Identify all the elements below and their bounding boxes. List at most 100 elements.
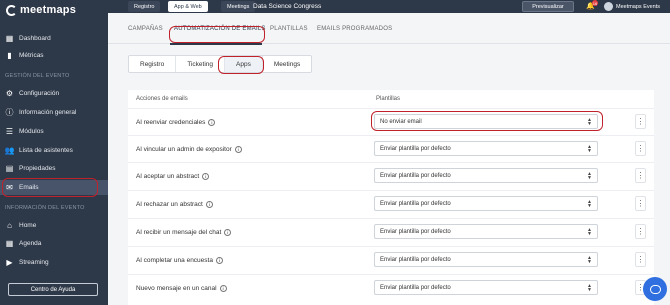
select-highlight — [371, 111, 603, 131]
row-label-text: Al reenviar credenciales — [136, 119, 206, 126]
topbar-tab-app-web[interactable]: App & Web — [168, 1, 208, 12]
user-name[interactable]: Meetmaps Events — [616, 0, 660, 13]
event-name: Data Science Congress — [253, 3, 322, 10]
sidebar-item-lista-asistentes[interactable]: 👥 Lista de asistentes — [0, 143, 108, 158]
sidebar-item-label: Home — [19, 222, 37, 229]
modules-icon: ☰ — [5, 127, 14, 136]
main-content: CAMPAÑAS AUTOMATIZACIÓN DE EMAILS PLANTI… — [108, 13, 670, 305]
select-value: Enviar plantilla por defecto — [380, 145, 451, 152]
select-value: Enviar plantilla por defecto — [380, 200, 451, 207]
row-label: Al vincular un admin de expositor i — [136, 146, 242, 153]
info-icon[interactable]: i — [202, 173, 210, 180]
logo[interactable]: meetmaps — [6, 3, 76, 17]
row-label: Al aceptar un abstract i — [136, 173, 210, 180]
topbar-tab-meetings[interactable]: Meetings — [221, 1, 256, 12]
more-options-icon[interactable]: ⋮ — [635, 168, 646, 183]
preview-button[interactable]: Previsualizar — [522, 1, 574, 12]
sidebar-section-gestion: GESTIÓN DEL EVENTO — [5, 73, 70, 79]
sidebar-item-dashboard[interactable]: ▦ Dashboard — [0, 31, 108, 46]
sidebar-item-streaming[interactable]: ▶ Streaming — [0, 255, 108, 270]
sidebar: meetmaps ▦ Dashboard ▮ Métricas GESTIÓN … — [0, 0, 108, 305]
template-select[interactable]: Enviar plantilla por defecto ▲ ▼ — [374, 168, 598, 183]
table-row: Al recibir un mensaje del chat i Enviar p… — [128, 218, 654, 245]
subtab-registro[interactable]: Registro — [129, 56, 177, 72]
template-select[interactable]: Enviar plantilla por defecto ▲ ▼ — [374, 141, 598, 156]
select-arrows-icon: ▲ ▼ — [587, 144, 592, 154]
select-arrows-icon: ▲ ▼ — [587, 199, 592, 209]
template-select[interactable]: Enviar plantilla por defecto ▲ ▼ — [374, 224, 598, 239]
tab-plantillas[interactable]: PLANTILLAS — [270, 26, 308, 32]
sidebar-item-propiedades[interactable]: ▤ Propiedades — [0, 161, 108, 176]
sidebar-item-label: Módulos — [19, 128, 44, 135]
info-icon[interactable]: i — [205, 201, 213, 208]
sidebar-item-label: Streaming — [19, 259, 49, 266]
metrics-icon: ▮ — [7, 51, 12, 60]
sidebar-item-label: Agenda — [19, 240, 42, 247]
sidebar-item-home[interactable]: ⌂ Home — [0, 218, 108, 233]
select-arrows-icon: ▲ ▼ — [587, 171, 592, 181]
sidebar-item-label: Lista de asistentes — [19, 147, 73, 154]
select-value: Enviar plantilla por defecto — [380, 256, 451, 263]
column-header-templates: Plantillas — [376, 96, 401, 102]
gear-icon: ⚙ — [5, 89, 14, 98]
automation-tab-highlight — [169, 26, 265, 43]
row-label: Al recibir un mensaje del chat i — [136, 229, 232, 236]
emails-highlight — [2, 178, 98, 197]
row-label: Al completar una encuesta i — [136, 257, 223, 264]
sidebar-item-label: Configuración — [19, 90, 60, 97]
notification-badge: 16 — [592, 0, 598, 6]
template-select[interactable]: Enviar plantilla por defecto ▲ ▼ — [374, 280, 598, 295]
calendar-icon: ▦ — [5, 239, 14, 248]
info-icon[interactable]: i — [215, 257, 223, 264]
topbar-tab-registro[interactable]: Registro — [128, 1, 161, 12]
select-value: Enviar plantilla por defecto — [380, 228, 451, 235]
meetmaps-logo-icon — [6, 4, 17, 16]
sidebar-item-informacion-general[interactable]: ⓘ Información general — [0, 105, 108, 120]
sidebar-item-modulos[interactable]: ☰ Módulos — [0, 124, 108, 139]
avatar[interactable] — [604, 2, 613, 11]
sidebar-item-label: Dashboard — [19, 35, 51, 42]
chat-icon — [649, 284, 661, 294]
sidebar-item-configuracion[interactable]: ⚙ Configuración — [0, 86, 108, 101]
info-icon[interactable]: i — [208, 119, 216, 126]
more-options-icon[interactable]: ⋮ — [635, 252, 646, 267]
table-row: Al aceptar un abstract i Enviar plantilla… — [128, 162, 654, 189]
dashboard-icon: ▦ — [5, 34, 14, 43]
info-icon: ⓘ — [5, 108, 14, 117]
template-select[interactable]: Enviar plantilla por defecto ▲ ▼ — [374, 196, 598, 211]
row-label-text: Nuevo mensaje en un canal — [136, 285, 217, 292]
more-options-icon[interactable]: ⋮ — [635, 114, 646, 129]
select-value: Enviar plantilla por defecto — [380, 284, 451, 291]
sidebar-item-metricas[interactable]: ▮ Métricas — [0, 48, 108, 63]
tab-emails-programados[interactable]: EMAILS PROGRAMADOS — [317, 26, 392, 32]
select-value: Enviar plantilla por defecto — [380, 172, 451, 179]
select-arrows-icon: ▲ ▼ — [587, 227, 592, 237]
table-row: Al vincular un admin de expositor i Envia… — [128, 135, 654, 162]
more-options-icon[interactable]: ⋮ — [635, 141, 646, 156]
row-label-text: Al completar una encuesta — [136, 257, 213, 264]
info-icon[interactable]: i — [234, 146, 242, 153]
more-options-icon[interactable]: ⋮ — [635, 196, 646, 211]
row-label-text: Al aceptar un abstract — [136, 173, 200, 180]
row-label-text: Al recibir un mensaje del chat — [136, 229, 222, 236]
users-icon: 👥 — [4, 146, 15, 155]
template-select[interactable]: Enviar plantilla por defecto ▲ ▼ — [374, 252, 598, 267]
subtab-meetings[interactable]: Meetings — [263, 56, 311, 72]
active-tab-underline — [170, 43, 262, 45]
chat-button[interactable] — [643, 277, 667, 301]
info-icon[interactable]: i — [219, 285, 227, 292]
sidebar-section-informacion: INFORMACIÓN DEL EVENTO — [5, 205, 85, 211]
brand-name: meetmaps — [20, 4, 77, 16]
more-options-icon[interactable]: ⋮ — [635, 224, 646, 239]
properties-icon: ▤ — [5, 164, 14, 173]
help-center-button[interactable]: Centro de Ayuda — [8, 283, 98, 296]
info-icon[interactable]: i — [224, 229, 232, 236]
sidebar-item-agenda[interactable]: ▦ Agenda — [0, 236, 108, 251]
tab-campanas[interactable]: CAMPAÑAS — [128, 26, 163, 32]
table-row: Al completar una encuesta i Enviar planti… — [128, 246, 654, 273]
row-label: Al rechazar un abstract i — [136, 201, 213, 208]
table-row: Nuevo mensaje en un canal i Enviar planti… — [128, 274, 654, 301]
apps-subtab-highlight — [218, 56, 264, 74]
row-label-text: Al rechazar un abstract — [136, 201, 203, 208]
table-row: Al rechazar un abstract i Enviar plantill… — [128, 190, 654, 217]
